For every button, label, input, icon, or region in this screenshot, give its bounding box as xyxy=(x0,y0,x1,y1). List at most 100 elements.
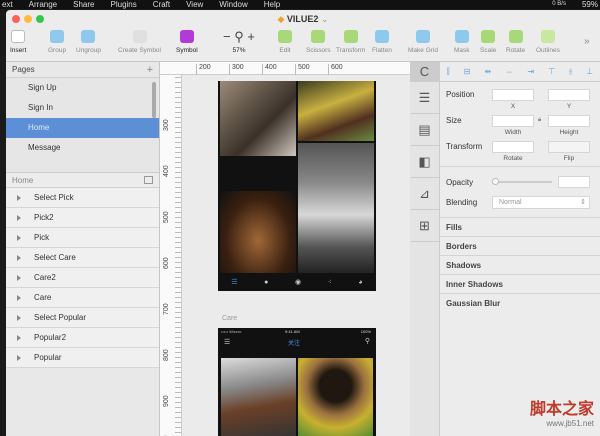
page-item-home[interactable]: Home xyxy=(6,118,159,138)
disclosure-triangle-icon[interactable] xyxy=(17,195,21,201)
menu-item[interactable]: Window xyxy=(219,0,247,9)
align-toolbar: ⫿ ⊟ ⇹ ⇔ ⇥ ⊤ ⫲ ⊥ xyxy=(440,62,600,82)
distribute-icon[interactable]: ⇹ xyxy=(485,67,492,76)
menu-item[interactable]: Craft xyxy=(153,0,170,9)
opacity-input[interactable] xyxy=(558,176,590,188)
data-icon[interactable]: ▤ xyxy=(410,114,439,146)
disclosure-triangle-icon[interactable] xyxy=(17,335,21,341)
opacity-slider[interactable] xyxy=(494,181,552,183)
y-input[interactable] xyxy=(548,89,590,101)
layer-item[interactable]: Pick xyxy=(6,228,159,248)
disclosure-triangle-icon[interactable] xyxy=(17,215,21,221)
page-item-sign-in[interactable]: Sign In xyxy=(6,98,159,118)
toolbar-scissors-button[interactable]: Scissors xyxy=(306,30,331,54)
disclosure-triangle-icon[interactable] xyxy=(17,355,21,361)
menu-item[interactable]: ext xyxy=(2,0,13,9)
artboard-home[interactable]: ☰ ● ◉ ⁖ ◕ xyxy=(218,81,376,291)
toolbar-outlines-button[interactable]: Outlines xyxy=(536,30,560,54)
toolbar-create-symbol-button[interactable]: Create Symbol xyxy=(118,30,161,54)
location-icon[interactable]: ⚲ xyxy=(365,337,370,345)
duplicate-icon[interactable]: ◧ xyxy=(410,146,439,178)
section-fills[interactable]: Fills xyxy=(440,217,600,236)
toolbar-label: Edit xyxy=(279,47,291,54)
craft-icon[interactable]: C xyxy=(410,62,439,82)
disclosure-triangle-icon[interactable] xyxy=(17,295,21,301)
toolbar-edit-button[interactable]: Edit xyxy=(278,30,292,54)
menu-item[interactable]: Share xyxy=(73,0,94,9)
rotate-input[interactable] xyxy=(492,141,534,153)
layer-item[interactable]: Care xyxy=(6,288,159,308)
profile-tab-icon[interactable]: ◕ xyxy=(358,279,362,286)
align-right-icon[interactable]: ⇥ xyxy=(527,67,534,76)
height-input[interactable] xyxy=(548,115,590,127)
layer-item[interactable]: Popular xyxy=(6,348,159,368)
width-input[interactable] xyxy=(492,115,534,127)
section-gaussian-blur[interactable]: Gaussian Blur xyxy=(440,293,600,312)
disclosure-triangle-icon[interactable] xyxy=(17,255,21,261)
menu-icon[interactable]: ☰ xyxy=(224,338,230,346)
opacity-slider-handle[interactable] xyxy=(492,178,499,185)
toolbar-scale-button[interactable]: Scale xyxy=(480,30,496,54)
chevron-down-icon[interactable]: ⌄ xyxy=(318,14,329,24)
toolbar-mask-button[interactable]: Mask xyxy=(454,30,470,54)
disclosure-triangle-icon[interactable] xyxy=(17,235,21,241)
layer-item[interactable]: Popular2 xyxy=(6,328,159,348)
toolbar-ungroup-button[interactable]: Ungroup xyxy=(76,30,101,54)
more-chevron-icon[interactable]: » xyxy=(584,36,590,47)
menu-item[interactable]: Arrange xyxy=(29,0,57,9)
close-button[interactable] xyxy=(12,15,20,23)
section-shadows[interactable]: Shadows xyxy=(440,255,600,274)
artboard-care[interactable]: ••••• Wizzro 9:41 AM 100% ☰ 关注 ⚲ xyxy=(218,328,376,436)
add-page-button[interactable]: + xyxy=(147,62,153,78)
collapse-icon[interactable] xyxy=(144,176,153,184)
align-vcenter-icon[interactable]: ⫲ xyxy=(569,67,572,77)
toolbar-symbol-button[interactable]: Symbol xyxy=(176,30,198,54)
align-center-icon[interactable]: ⊟ xyxy=(464,67,471,76)
home-tab-icon[interactable]: ☰ xyxy=(231,278,237,286)
menu-item[interactable]: Help xyxy=(264,0,280,9)
toolbar-flatten-button[interactable]: Flatten xyxy=(372,30,392,54)
layout-icon[interactable]: ☰ xyxy=(410,82,439,114)
toolbar-rotate-button[interactable]: Rotate xyxy=(506,30,525,54)
toolbar-label: Create Symbol xyxy=(118,47,161,54)
menu-item[interactable]: View xyxy=(186,0,203,9)
align-top-icon[interactable]: ⊤ xyxy=(548,67,555,76)
section-borders[interactable]: Borders xyxy=(440,236,600,255)
align-middle-icon[interactable]: ⇔ xyxy=(505,67,513,76)
toolbar-transform-button[interactable]: Transform xyxy=(336,30,365,54)
library-icon[interactable]: ⊞ xyxy=(410,210,439,242)
pages-scrollbar[interactable] xyxy=(152,82,156,118)
layer-item[interactable]: Select Popular xyxy=(6,308,159,328)
align-bottom-icon[interactable]: ⊥ xyxy=(586,67,593,76)
prototype-icon[interactable]: ⊿ xyxy=(410,178,439,210)
canvas[interactable]: ☰ ● ◉ ⁖ ◕ Care ••••• Wizzro 9:41 AM 100% ☰ 关… xyxy=(182,75,434,436)
section-inner-shadows[interactable]: Inner Shadows xyxy=(440,274,600,293)
page-item-message[interactable]: Message xyxy=(6,138,159,158)
zoom-button[interactable] xyxy=(36,15,44,23)
disclosure-triangle-icon[interactable] xyxy=(17,315,21,321)
horizontal-ruler: 200 300 400 500 600 xyxy=(160,62,416,75)
toolbar-57--button[interactable]: − ⚲ + 57% xyxy=(222,30,256,54)
layer-name: Care xyxy=(34,293,52,302)
align-left-icon[interactable]: ⫿ xyxy=(447,67,450,77)
chat-tab-icon[interactable]: ● xyxy=(264,279,268,286)
toolbar-icon xyxy=(132,30,147,43)
share-tab-icon[interactable]: ⁖ xyxy=(328,278,332,286)
toolbar-group-button[interactable]: Group xyxy=(48,30,66,54)
artboard-label[interactable]: Care xyxy=(222,315,237,322)
lock-icon[interactable]: 🔒︎ xyxy=(538,117,541,124)
blending-select[interactable]: Normal ⇕ xyxy=(492,196,590,209)
layer-item[interactable]: Select Pick xyxy=(6,188,159,208)
toolbar-make-grid-button[interactable]: Make Grid xyxy=(408,30,438,54)
disclosure-triangle-icon[interactable] xyxy=(17,275,21,281)
minimize-button[interactable] xyxy=(24,15,32,23)
toolbar-insert-button[interactable]: Insert xyxy=(10,30,26,54)
menu-item[interactable]: Plugins xyxy=(111,0,137,9)
discover-tab-icon[interactable]: ◉ xyxy=(295,278,301,286)
page-item-sign-up[interactable]: Sign Up xyxy=(6,78,159,98)
x-input[interactable] xyxy=(492,89,534,101)
layer-item[interactable]: Care2 xyxy=(6,268,159,288)
layer-item[interactable]: Pick2 xyxy=(6,208,159,228)
layer-item[interactable]: Select Care xyxy=(6,248,159,268)
flip-buttons[interactable] xyxy=(548,141,590,153)
